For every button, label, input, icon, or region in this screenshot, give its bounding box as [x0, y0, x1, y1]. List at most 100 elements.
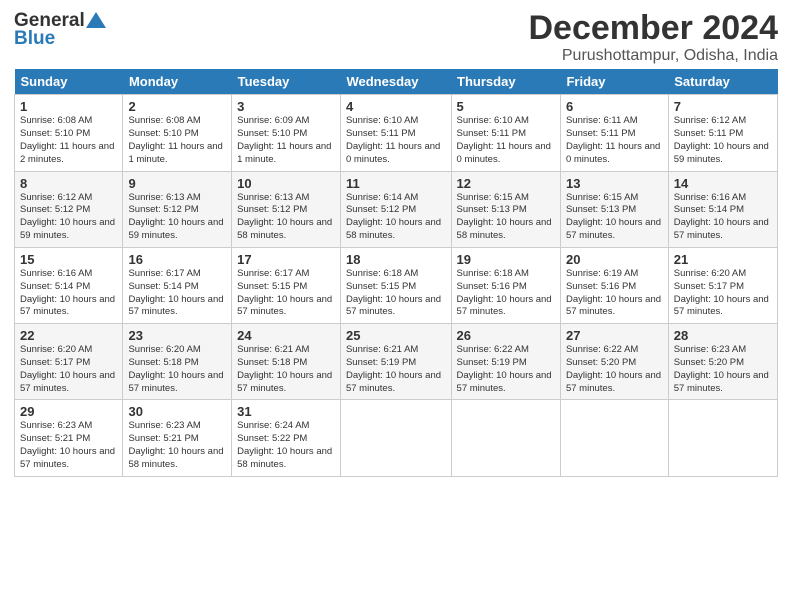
day-info: Sunrise: 6:20 AMSunset: 5:18 PMDaylight:…	[128, 344, 223, 393]
day-info: Sunrise: 6:23 AMSunset: 5:21 PMDaylight:…	[20, 420, 115, 469]
table-row: 4 Sunrise: 6:10 AMSunset: 5:11 PMDayligh…	[340, 95, 451, 171]
day-number: 5	[457, 99, 555, 114]
day-info: Sunrise: 6:17 AMSunset: 5:15 PMDaylight:…	[237, 268, 332, 317]
day-info: Sunrise: 6:09 AMSunset: 5:10 PMDaylight:…	[237, 115, 331, 164]
col-wednesday: Wednesday	[340, 69, 451, 95]
calendar-table: Sunday Monday Tuesday Wednesday Thursday…	[14, 69, 778, 476]
calendar-title: December 2024	[528, 10, 778, 47]
col-sunday: Sunday	[15, 69, 123, 95]
day-number: 10	[237, 176, 335, 191]
day-number: 21	[674, 252, 772, 267]
table-row: 30 Sunrise: 6:23 AMSunset: 5:21 PMDaylig…	[123, 400, 232, 476]
day-info: Sunrise: 6:19 AMSunset: 5:16 PMDaylight:…	[566, 268, 661, 317]
day-number: 6	[566, 99, 663, 114]
day-number: 13	[566, 176, 663, 191]
day-number: 12	[457, 176, 555, 191]
day-info: Sunrise: 6:16 AMSunset: 5:14 PMDaylight:…	[674, 192, 769, 241]
day-number: 8	[20, 176, 117, 191]
day-number: 11	[346, 176, 446, 191]
table-row: 25 Sunrise: 6:21 AMSunset: 5:19 PMDaylig…	[340, 324, 451, 400]
table-row: 7 Sunrise: 6:12 AMSunset: 5:11 PMDayligh…	[668, 95, 777, 171]
day-number: 22	[20, 328, 117, 343]
table-row: 11 Sunrise: 6:14 AMSunset: 5:12 PMDaylig…	[340, 171, 451, 247]
table-row: 1 Sunrise: 6:08 AMSunset: 5:10 PMDayligh…	[15, 95, 123, 171]
table-row: 21 Sunrise: 6:20 AMSunset: 5:17 PMDaylig…	[668, 247, 777, 323]
table-row: 17 Sunrise: 6:17 AMSunset: 5:15 PMDaylig…	[232, 247, 341, 323]
day-number: 3	[237, 99, 335, 114]
day-info: Sunrise: 6:16 AMSunset: 5:14 PMDaylight:…	[20, 268, 115, 317]
day-info: Sunrise: 6:12 AMSunset: 5:11 PMDaylight:…	[674, 115, 769, 164]
header: General Blue December 2024 Purushottampu…	[14, 10, 778, 65]
table-row: 27 Sunrise: 6:22 AMSunset: 5:20 PMDaylig…	[560, 324, 668, 400]
col-friday: Friday	[560, 69, 668, 95]
calendar-header-row: Sunday Monday Tuesday Wednesday Thursday…	[15, 69, 778, 95]
day-number: 23	[128, 328, 226, 343]
day-info: Sunrise: 6:20 AMSunset: 5:17 PMDaylight:…	[674, 268, 769, 317]
table-row: 3 Sunrise: 6:09 AMSunset: 5:10 PMDayligh…	[232, 95, 341, 171]
table-row	[668, 400, 777, 476]
day-info: Sunrise: 6:13 AMSunset: 5:12 PMDaylight:…	[128, 192, 223, 241]
day-info: Sunrise: 6:22 AMSunset: 5:20 PMDaylight:…	[566, 344, 661, 393]
table-row: 24 Sunrise: 6:21 AMSunset: 5:18 PMDaylig…	[232, 324, 341, 400]
day-number: 16	[128, 252, 226, 267]
col-saturday: Saturday	[668, 69, 777, 95]
day-info: Sunrise: 6:15 AMSunset: 5:13 PMDaylight:…	[457, 192, 552, 241]
page-container: General Blue December 2024 Purushottampu…	[0, 0, 792, 487]
table-row: 15 Sunrise: 6:16 AMSunset: 5:14 PMDaylig…	[15, 247, 123, 323]
table-row: 18 Sunrise: 6:18 AMSunset: 5:15 PMDaylig…	[340, 247, 451, 323]
day-number: 27	[566, 328, 663, 343]
table-row	[340, 400, 451, 476]
day-number: 17	[237, 252, 335, 267]
day-number: 9	[128, 176, 226, 191]
table-row: 13 Sunrise: 6:15 AMSunset: 5:13 PMDaylig…	[560, 171, 668, 247]
day-number: 1	[20, 99, 117, 114]
logo-text: General Blue	[14, 10, 106, 50]
day-info: Sunrise: 6:08 AMSunset: 5:10 PMDaylight:…	[128, 115, 222, 164]
title-block: December 2024 Purushottampur, Odisha, In…	[528, 10, 778, 65]
logo-triangle-icon	[86, 10, 106, 30]
table-row: 6 Sunrise: 6:11 AMSunset: 5:11 PMDayligh…	[560, 95, 668, 171]
day-info: Sunrise: 6:23 AMSunset: 5:20 PMDaylight:…	[674, 344, 769, 393]
table-row: 14 Sunrise: 6:16 AMSunset: 5:14 PMDaylig…	[668, 171, 777, 247]
table-row: 12 Sunrise: 6:15 AMSunset: 5:13 PMDaylig…	[451, 171, 560, 247]
logo-blue: Blue	[14, 28, 106, 50]
day-info: Sunrise: 6:23 AMSunset: 5:21 PMDaylight:…	[128, 420, 223, 469]
col-monday: Monday	[123, 69, 232, 95]
table-row	[560, 400, 668, 476]
table-row: 8 Sunrise: 6:12 AMSunset: 5:12 PMDayligh…	[15, 171, 123, 247]
day-number: 19	[457, 252, 555, 267]
table-row: 20 Sunrise: 6:19 AMSunset: 5:16 PMDaylig…	[560, 247, 668, 323]
table-row: 16 Sunrise: 6:17 AMSunset: 5:14 PMDaylig…	[123, 247, 232, 323]
table-row: 28 Sunrise: 6:23 AMSunset: 5:20 PMDaylig…	[668, 324, 777, 400]
day-info: Sunrise: 6:21 AMSunset: 5:18 PMDaylight:…	[237, 344, 332, 393]
day-number: 29	[20, 404, 117, 419]
day-number: 31	[237, 404, 335, 419]
table-row: 23 Sunrise: 6:20 AMSunset: 5:18 PMDaylig…	[123, 324, 232, 400]
table-row: 22 Sunrise: 6:20 AMSunset: 5:17 PMDaylig…	[15, 324, 123, 400]
col-thursday: Thursday	[451, 69, 560, 95]
day-info: Sunrise: 6:24 AMSunset: 5:22 PMDaylight:…	[237, 420, 332, 469]
day-number: 26	[457, 328, 555, 343]
day-number: 28	[674, 328, 772, 343]
day-number: 30	[128, 404, 226, 419]
day-number: 20	[566, 252, 663, 267]
day-number: 25	[346, 328, 446, 343]
day-info: Sunrise: 6:17 AMSunset: 5:14 PMDaylight:…	[128, 268, 223, 317]
table-row: 31 Sunrise: 6:24 AMSunset: 5:22 PMDaylig…	[232, 400, 341, 476]
day-info: Sunrise: 6:22 AMSunset: 5:19 PMDaylight:…	[457, 344, 552, 393]
day-info: Sunrise: 6:21 AMSunset: 5:19 PMDaylight:…	[346, 344, 441, 393]
table-row: 10 Sunrise: 6:13 AMSunset: 5:12 PMDaylig…	[232, 171, 341, 247]
day-info: Sunrise: 6:10 AMSunset: 5:11 PMDaylight:…	[457, 115, 551, 164]
day-number: 18	[346, 252, 446, 267]
table-row: 5 Sunrise: 6:10 AMSunset: 5:11 PMDayligh…	[451, 95, 560, 171]
day-info: Sunrise: 6:10 AMSunset: 5:11 PMDaylight:…	[346, 115, 440, 164]
day-info: Sunrise: 6:20 AMSunset: 5:17 PMDaylight:…	[20, 344, 115, 393]
day-number: 15	[20, 252, 117, 267]
day-number: 24	[237, 328, 335, 343]
day-info: Sunrise: 6:15 AMSunset: 5:13 PMDaylight:…	[566, 192, 661, 241]
table-row: 9 Sunrise: 6:13 AMSunset: 5:12 PMDayligh…	[123, 171, 232, 247]
day-info: Sunrise: 6:18 AMSunset: 5:16 PMDaylight:…	[457, 268, 552, 317]
logo: General Blue	[14, 10, 106, 50]
day-number: 4	[346, 99, 446, 114]
col-tuesday: Tuesday	[232, 69, 341, 95]
